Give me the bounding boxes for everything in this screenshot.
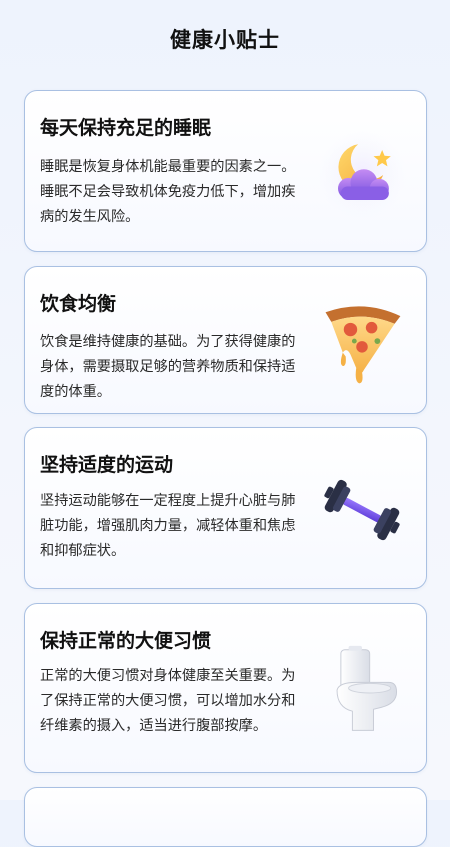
toilet-icon xyxy=(314,644,410,740)
pizza-icon xyxy=(314,295,410,391)
tip-title: 坚持适度的运动 xyxy=(40,454,174,476)
tip-title: 每天保持充足的睡眠 xyxy=(40,117,212,139)
page-title: 健康小贴士 xyxy=(170,28,280,52)
dumbbell-icon xyxy=(314,462,410,558)
tip-text: 坚持运动能够在一定程度上提升心脏与肺脏功能，增强肌肉力量，减轻体重和焦虑和抑郁症… xyxy=(40,493,296,559)
tip-title: 保持正常的大便习惯 xyxy=(40,630,212,652)
tip-card-bowel[interactable]: 保持正常的大便习惯 正常的大便习惯对身体健康至关重要。为了保持正常的大便习惯，可… xyxy=(24,603,427,773)
tip-card-sleep[interactable]: 每天保持充足的睡眠 睡眠是恢复身体机能最重要的因素之一。睡眠不足会导致机体免疫力… xyxy=(24,90,427,252)
header: 健康小贴士 xyxy=(0,0,450,78)
moon-icon xyxy=(314,127,410,223)
tip-card-diet[interactable]: 饮食均衡 饮食是维持健康的基础。为了获得健康的身体，需要摄取足够的营养物质和保持… xyxy=(24,266,427,414)
tip-card-next[interactable] xyxy=(24,787,427,847)
tip-title: 饮食均衡 xyxy=(40,293,117,315)
tip-text: 饮食是维持健康的基础。为了获得健康的身体，需要摄取足够的营养物质和保持适度的体重… xyxy=(40,334,296,400)
tip-text: 正常的大便习惯对身体健康至关重要。为了保持正常的大便习惯，可以增加水分和纤维素的… xyxy=(40,668,296,734)
tip-text: 睡眠是恢复身体机能最重要的因素之一。睡眠不足会导致机体免疫力低下，增加疾病的发生… xyxy=(40,159,296,225)
tip-card-exercise[interactable]: 坚持适度的运动 坚持运动能够在一定程度上提升心脏与肺脏功能，增强肌肉力量，减轻体… xyxy=(24,427,427,589)
